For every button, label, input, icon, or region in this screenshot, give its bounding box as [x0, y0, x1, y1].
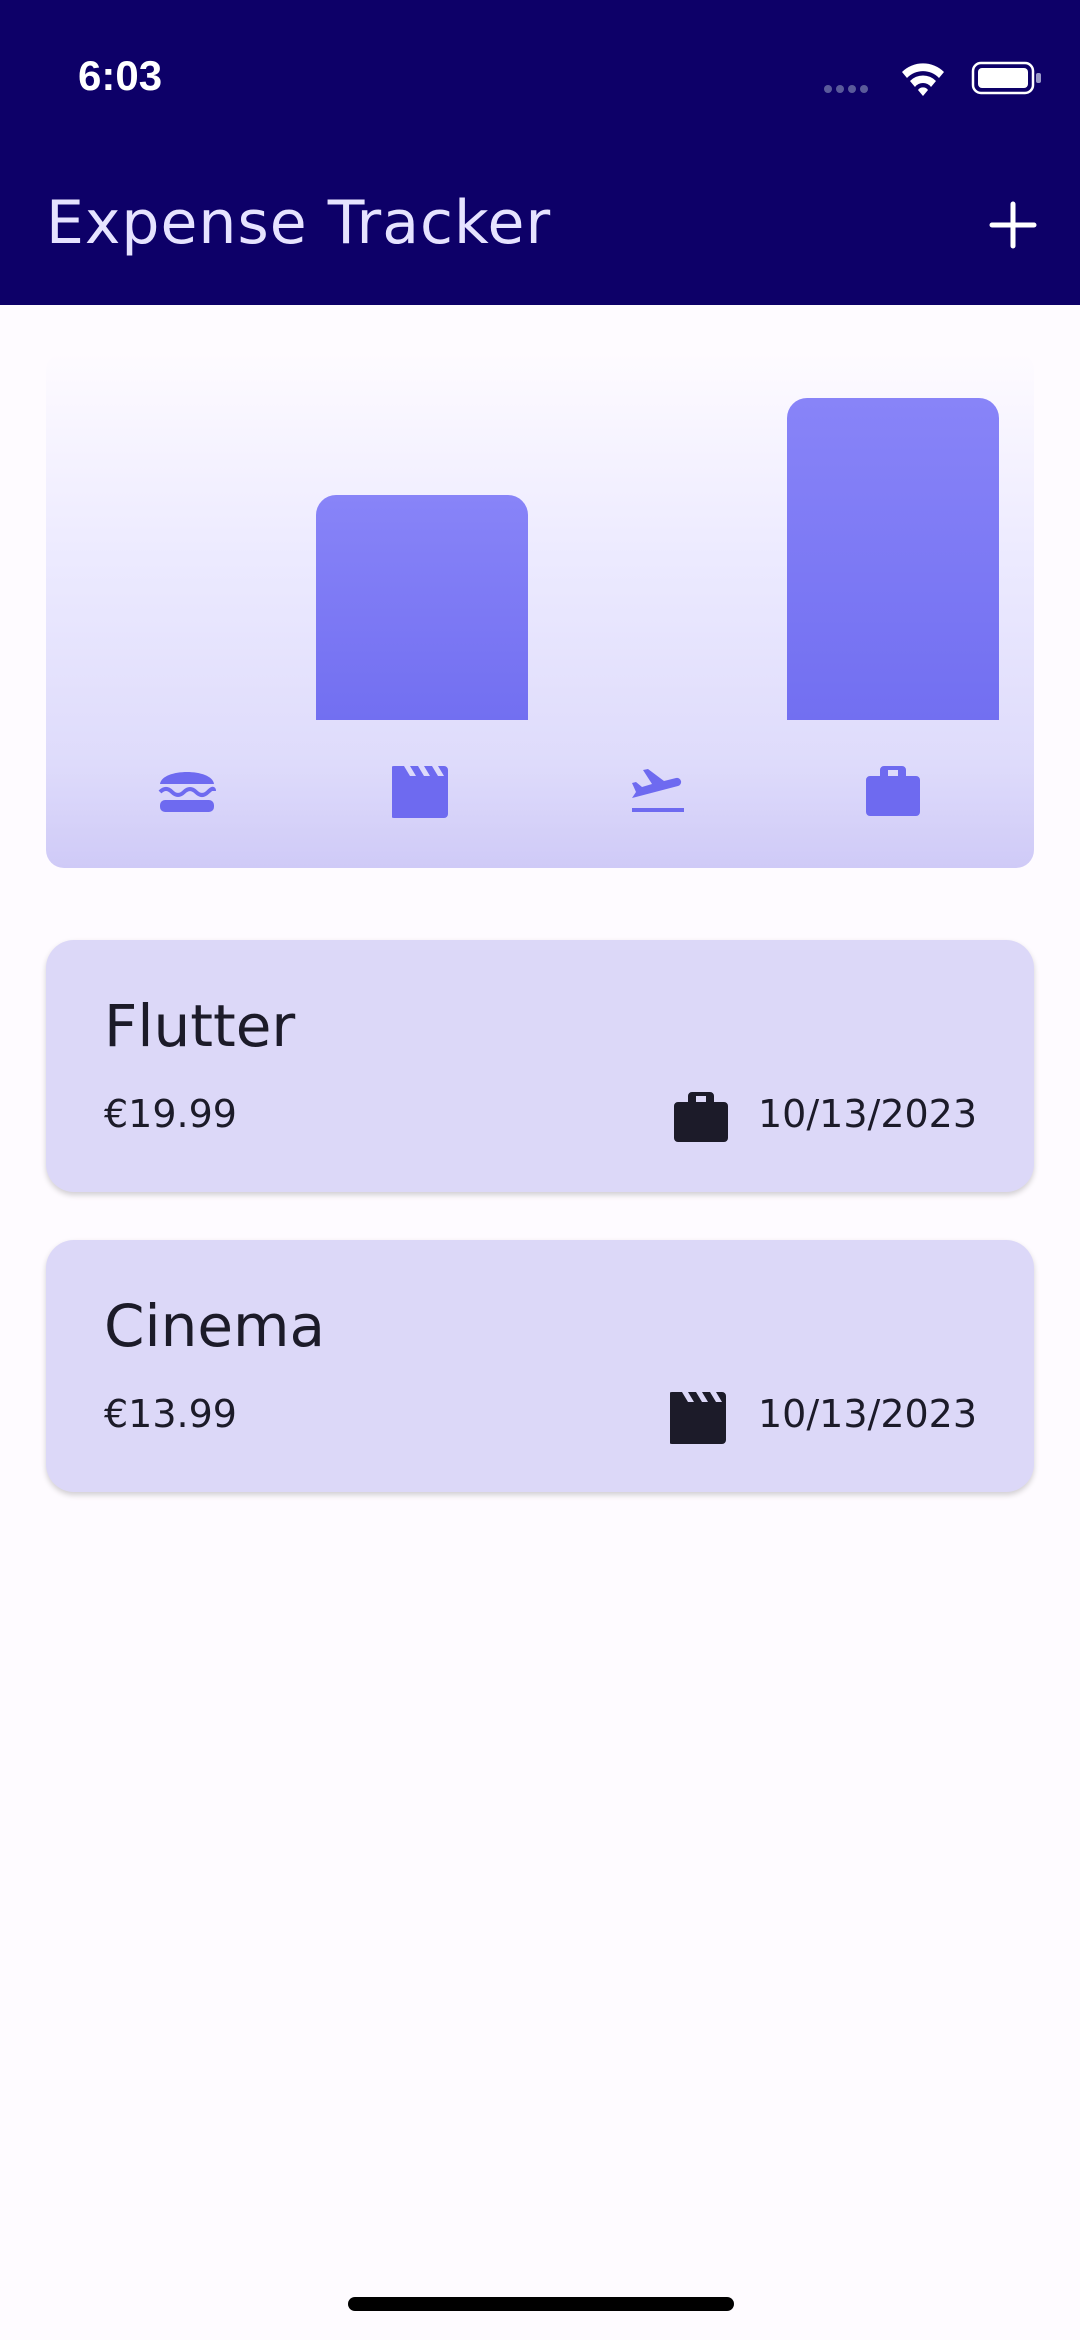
burger-icon [158, 772, 216, 812]
expense-amount: €13.99 [104, 1392, 237, 1436]
briefcase-icon [674, 1092, 728, 1142]
clapperboard-icon [392, 766, 448, 818]
expense-title: Flutter [104, 992, 296, 1060]
chart-bar-work [787, 398, 999, 720]
add-expense-button[interactable] [978, 190, 1048, 260]
page-title: Expense Tracker [46, 188, 552, 258]
home-indicator [348, 2297, 734, 2311]
wifi-icon [902, 63, 944, 96]
expense-title: Cinema [104, 1292, 326, 1360]
briefcase-icon [866, 766, 920, 816]
clapperboard-icon [670, 1392, 726, 1444]
expense-date: 10/13/2023 [758, 1392, 978, 1436]
chart-bar-leisure [316, 495, 528, 720]
expense-date: 10/13/2023 [758, 1092, 978, 1136]
status-icons [824, 61, 1041, 96]
add-icon [989, 201, 1037, 249]
expense-amount: €19.99 [104, 1092, 237, 1136]
signal-dots-icon [824, 85, 868, 93]
flight-takeoff-icon [632, 769, 684, 812]
expense-card[interactable]: Flutter €19.99 10/13/2023 [46, 940, 1034, 1192]
status-time: 6:03 [78, 52, 163, 99]
expense-chart [46, 352, 1034, 868]
expense-card[interactable]: Cinema €13.99 10/13/2023 [46, 1240, 1034, 1492]
app-bar: 6:03 Expense Tracker [0, 0, 1080, 305]
battery-icon [971, 61, 1041, 95]
